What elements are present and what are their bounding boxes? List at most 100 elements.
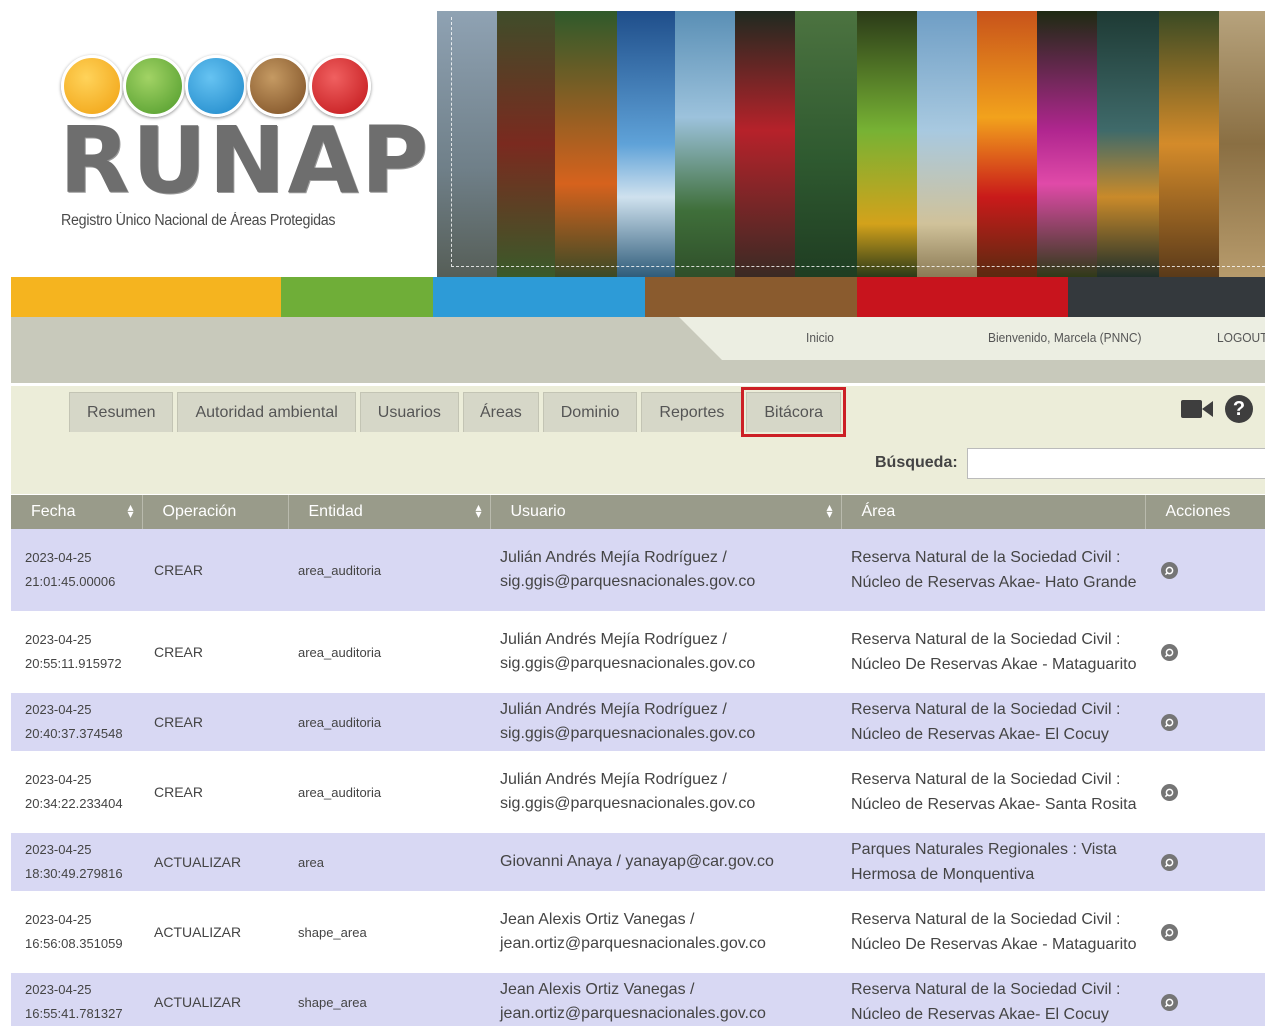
cell-fecha: 2023-04-25 18:30:49.279816 (11, 833, 142, 891)
tab-areas[interactable]: Áreas (462, 392, 539, 432)
cell-entidad: area_auditoria (288, 751, 490, 833)
cell-operacion: CREAR (142, 611, 288, 693)
view-icon[interactable] (1161, 783, 1178, 801)
cell-usuario: Julián Andrés Mejía Rodríguez / sig.ggis… (490, 693, 841, 751)
cell-operacion: ACTUALIZAR (142, 833, 288, 891)
column-header-fecha[interactable]: Fecha ▴ ▾ (11, 495, 143, 529)
header-photo-collage (437, 11, 1265, 277)
cell-area: Parques Naturales Regionales : Vista Her… (841, 833, 1145, 891)
nav-highlight-panel (679, 317, 1265, 360)
cell-operacion: CREAR (142, 693, 288, 751)
cell-fecha: 2023-04-25 20:34:22.233404 (11, 751, 142, 833)
view-icon[interactable] (1161, 713, 1178, 731)
cell-usuario: Julián Andrés Mejía Rodríguez / sig.ggis… (490, 611, 841, 693)
sort-icon[interactable]: ▴ ▾ (826, 501, 832, 520)
tab-resumen[interactable]: Resumen (69, 392, 174, 432)
view-icon[interactable] (1161, 853, 1178, 871)
cell-entidad: area (288, 833, 490, 891)
cell-fecha: 2023-04-25 16:55:41.781327 (11, 973, 142, 1026)
cell-area: Reserva Natural de la Sociedad Civil : N… (841, 891, 1145, 973)
nav-home-link[interactable]: Inicio (806, 330, 834, 345)
color-stripe-red (857, 277, 1068, 317)
cell-fecha: 2023-04-25 16:56:08.351059 (11, 891, 142, 973)
table-row[interactable]: 2023-04-25 21:01:45.00006 CREAR area_audito… (11, 529, 1265, 611)
tab-bar: Resumen Autoridad ambiental Usuarios Áre… (69, 387, 847, 437)
cell-operacion: CREAR (142, 751, 288, 833)
cell-area: Reserva Natural de la Sociedad Civil : N… (841, 693, 1145, 751)
color-stripe-brown (645, 277, 857, 317)
tab-dominio[interactable]: Dominio (542, 392, 638, 432)
runap-logo[interactable]: RUNAP Registro Único Nacional de Áreas P… (11, 11, 437, 277)
cell-operacion: ACTUALIZAR (142, 973, 288, 1026)
sort-icon[interactable]: ▴ ▾ (127, 501, 133, 520)
tab-bitacora[interactable]: Bitácora (741, 387, 847, 437)
table-row[interactable]: 2023-04-25 20:55:11.915972 CREAR area_audit… (11, 611, 1265, 693)
module-toolbar: Resumen Autoridad ambiental Usuarios Áre… (11, 386, 1265, 494)
fecha-date: 2023-04-25 (25, 632, 92, 647)
brand-color-bar (11, 277, 1265, 317)
view-icon[interactable] (1161, 923, 1178, 941)
color-stripe-blue (433, 277, 645, 317)
tab-usuarios[interactable]: Usuarios (359, 392, 459, 432)
cell-acciones (1145, 529, 1265, 611)
fecha-time: 18:30:49.279816 (25, 866, 123, 881)
logo-subtitle: Registro Único Nacional de Áreas Protegi… (61, 212, 336, 229)
fecha-date: 2023-04-25 (25, 772, 92, 787)
column-label: Fecha (31, 503, 76, 520)
table-row[interactable]: 2023-04-25 16:55:41.781327 ACTUALIZAR shape… (11, 973, 1265, 1026)
video-camera-icon[interactable] (1181, 398, 1213, 420)
column-label: Acciones (1165, 503, 1231, 520)
cell-area: Reserva Natural de la Sociedad Civil : N… (841, 973, 1145, 1026)
color-stripe-green (281, 277, 433, 317)
sort-icon[interactable]: ▴ ▾ (475, 501, 481, 520)
column-label: Entidad (308, 503, 363, 520)
cell-fecha: 2023-04-25 21:01:45.00006 (11, 529, 142, 611)
view-icon[interactable] (1161, 993, 1178, 1011)
cell-entidad: area_auditoria (288, 611, 490, 693)
fecha-date: 2023-04-25 (25, 550, 92, 565)
cell-area: Reserva Natural de la Sociedad Civil : N… (841, 611, 1145, 693)
view-icon[interactable] (1161, 561, 1178, 579)
cell-entidad: shape_area (288, 891, 490, 973)
cell-acciones (1145, 751, 1265, 833)
color-stripe-yellow (11, 277, 281, 317)
search-label: Búsqueda: (875, 454, 958, 471)
help-icon[interactable]: ? (1225, 395, 1253, 423)
logo-wordmark: RUNAP (59, 107, 431, 214)
search-input[interactable] (967, 448, 1265, 479)
color-stripe-dark (1068, 277, 1265, 317)
column-header-area[interactable]: Área (841, 495, 1146, 529)
site-header: RUNAP Registro Único Nacional de Áreas P… (11, 11, 1265, 277)
logout-link[interactable]: LOGOUT (1217, 330, 1265, 345)
audit-log-table: Fecha ▴ ▾ Operación Entidad ▴ ▾ Usuario ▴ ▾ Ár… (11, 495, 1265, 1026)
cell-usuario: Julián Andrés Mejía Rodríguez / sig.ggis… (490, 751, 841, 833)
table-row[interactable]: 2023-04-25 20:40:37.374548 CREAR area_audit… (11, 693, 1265, 751)
cell-usuario: Giovanni Anaya / yanayap@car.gov.co (490, 833, 841, 891)
table-row[interactable]: 2023-04-25 18:30:49.279816 ACTUALIZAR area G… (11, 833, 1265, 891)
cell-entidad: area_auditoria (288, 529, 490, 611)
column-label: Operación (162, 503, 237, 520)
column-header-usuario[interactable]: Usuario ▴ ▾ (490, 495, 842, 529)
cell-area: Reserva Natural de la Sociedad Civil : N… (841, 529, 1145, 611)
top-nav-bar: Inicio Bienvenido, Marcela (PNNC) LOGOUT (11, 317, 1265, 383)
cell-acciones (1145, 973, 1265, 1026)
cell-operacion: ACTUALIZAR (142, 891, 288, 973)
fecha-date: 2023-04-25 (25, 982, 92, 997)
column-header-entidad[interactable]: Entidad ▴ ▾ (288, 495, 491, 529)
tab-autoridad-ambiental[interactable]: Autoridad ambiental (177, 392, 356, 432)
fecha-time: 20:34:22.233404 (25, 796, 123, 811)
table-row[interactable]: 2023-04-25 20:34:22.233404 CREAR area_audit… (11, 751, 1265, 833)
fecha-time: 20:55:11.915972 (25, 656, 122, 671)
cell-usuario: Julián Andrés Mejía Rodríguez / sig.ggis… (490, 529, 841, 611)
cell-fecha: 2023-04-25 20:55:11.915972 (11, 611, 142, 693)
tab-reportes[interactable]: Reportes (641, 392, 743, 432)
cell-operacion: CREAR (142, 529, 288, 611)
welcome-message: Bienvenido, Marcela (PNNC) (988, 330, 1142, 345)
column-header-operacion[interactable]: Operación (142, 495, 289, 529)
table-row[interactable]: 2023-04-25 16:56:08.351059 ACTUALIZAR shape… (11, 891, 1265, 973)
cell-acciones (1145, 891, 1265, 973)
cell-area: Reserva Natural de la Sociedad Civil : N… (841, 751, 1145, 833)
fecha-date: 2023-04-25 (25, 912, 92, 927)
view-icon[interactable] (1161, 643, 1178, 661)
cell-entidad: area_auditoria (288, 693, 490, 751)
